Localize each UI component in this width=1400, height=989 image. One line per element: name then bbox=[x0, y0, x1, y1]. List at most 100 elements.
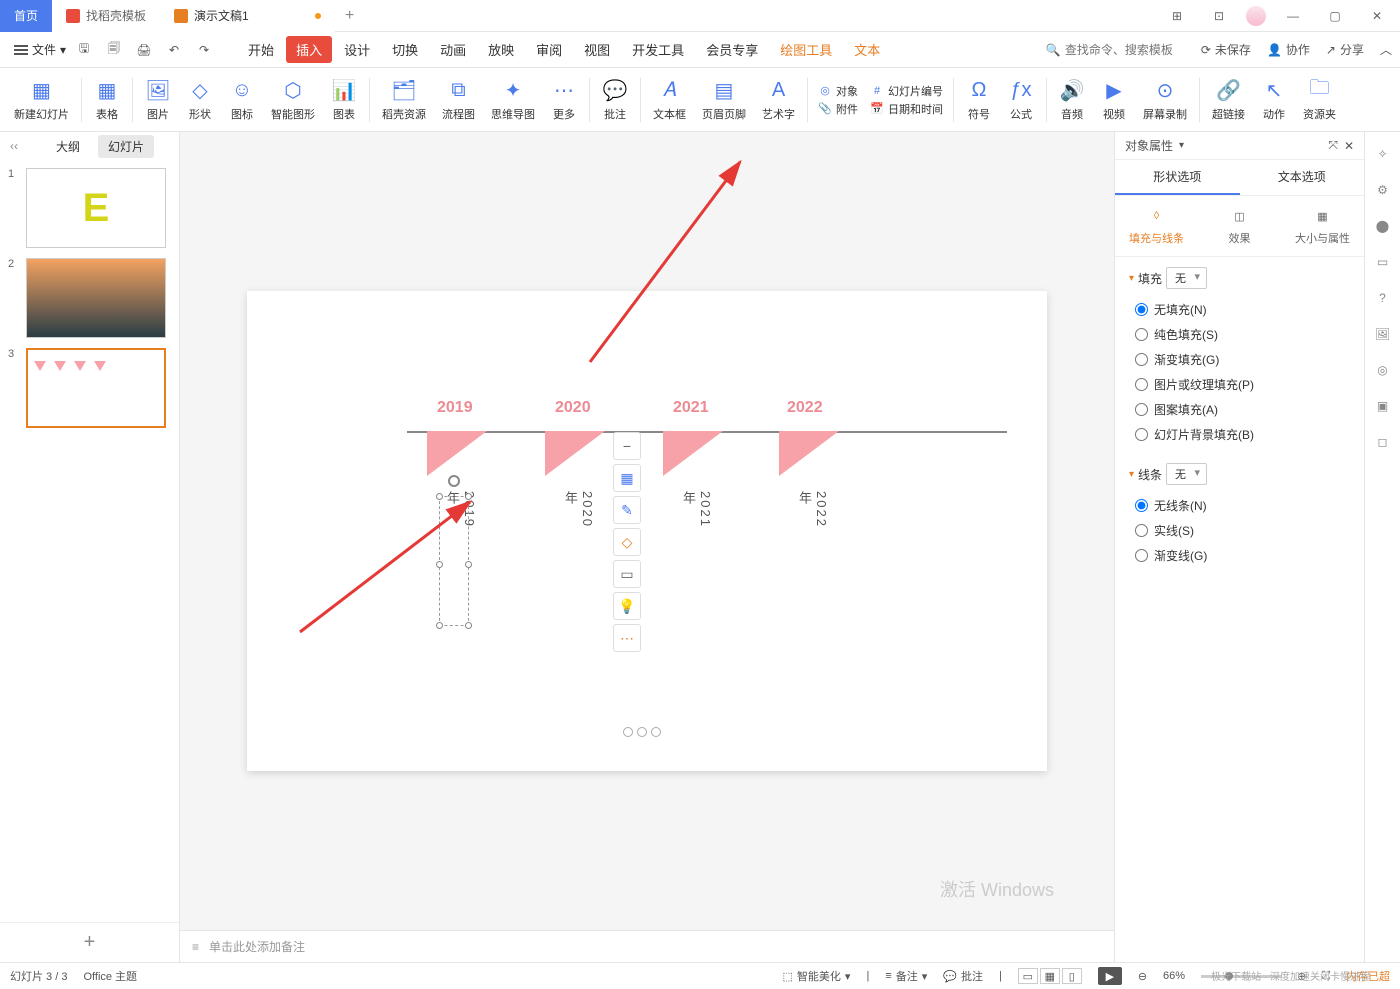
strip-design-icon[interactable]: ✧ bbox=[1373, 144, 1393, 164]
slide-thumb-3[interactable] bbox=[26, 348, 166, 428]
resize-handle[interactable] bbox=[436, 561, 443, 568]
slidenum-button[interactable]: #幻灯片编号 bbox=[870, 83, 943, 99]
outline-tab[interactable]: 大纲 bbox=[46, 135, 90, 158]
radio-fill-bg[interactable]: 幻灯片背景填充(B) bbox=[1135, 426, 1350, 443]
radio-line-solid[interactable]: 实线(S) bbox=[1135, 522, 1350, 539]
tab-review[interactable]: 审阅 bbox=[526, 36, 572, 63]
collapse-panel-icon[interactable]: ‹‹ bbox=[10, 139, 18, 153]
pin-icon[interactable]: ⤧ bbox=[1328, 138, 1338, 153]
shape-button[interactable]: ◇形状 bbox=[179, 75, 221, 124]
fill-select[interactable]: 无 bbox=[1166, 267, 1207, 289]
subtab-size[interactable]: ▦大小与属性 bbox=[1281, 206, 1364, 246]
avatar[interactable] bbox=[1246, 6, 1266, 26]
selection-box[interactable] bbox=[439, 496, 469, 626]
beautify-button[interactable]: ⬚智能美化 ▾ bbox=[783, 968, 851, 984]
collapse-icon[interactable]: ▾ bbox=[1129, 273, 1134, 284]
audio-button[interactable]: 🔊音频 bbox=[1051, 75, 1093, 124]
tab-design[interactable]: 设计 bbox=[334, 36, 380, 63]
new-slide-button[interactable]: ▦新建幻灯片 bbox=[6, 75, 77, 124]
record-button[interactable]: ⊙屏幕录制 bbox=[1135, 75, 1195, 124]
rotate-handle[interactable] bbox=[448, 475, 460, 487]
float-text[interactable]: ▭ bbox=[613, 560, 641, 588]
fit-icon[interactable]: ⛶ bbox=[1322, 970, 1330, 983]
tab-slideshow[interactable]: 放映 bbox=[478, 36, 524, 63]
radio-fill-none[interactable]: 无填充(N) bbox=[1135, 301, 1350, 318]
add-slide-button[interactable]: + bbox=[0, 922, 179, 962]
redo-icon[interactable]: ↷ bbox=[194, 40, 214, 60]
view-sorter-icon[interactable]: ▦ bbox=[1040, 968, 1060, 984]
radio-line-none[interactable]: 无线条(N) bbox=[1135, 497, 1350, 514]
search-box[interactable]: 🔍 bbox=[1046, 43, 1185, 57]
close-panel-icon[interactable]: ✕ bbox=[1344, 139, 1354, 153]
slides-tab[interactable]: 幻灯片 bbox=[98, 135, 154, 158]
tab-text[interactable]: 文本 bbox=[844, 36, 890, 63]
docer-button[interactable]: 🗂稻壳资源 bbox=[374, 75, 434, 124]
flowchart-button[interactable]: ⧉流程图 bbox=[434, 75, 483, 124]
float-layers[interactable]: ▦ bbox=[613, 464, 641, 492]
zoom-slider[interactable] bbox=[1201, 975, 1281, 978]
tab-view[interactable]: 视图 bbox=[574, 36, 620, 63]
video-button[interactable]: ▶视频 bbox=[1093, 75, 1135, 124]
triangle-shape[interactable] bbox=[663, 431, 723, 476]
close-button[interactable]: ✕ bbox=[1362, 2, 1392, 30]
textbox-button[interactable]: 𝐴文本框 bbox=[645, 75, 694, 124]
collab-button[interactable]: 👤协作 bbox=[1267, 41, 1310, 58]
file-menu[interactable]: 文件 ▾ bbox=[8, 41, 72, 58]
minimize-button[interactable]: — bbox=[1278, 2, 1308, 30]
float-edit[interactable]: ✎ bbox=[613, 496, 641, 524]
comment-button[interactable]: 💬批注 bbox=[594, 75, 636, 124]
zoom-out-icon[interactable]: ⊖ bbox=[1138, 970, 1147, 983]
more-button[interactable]: ⋯更多 bbox=[543, 75, 585, 124]
radio-fill-gradient[interactable]: 渐变填充(G) bbox=[1135, 351, 1350, 368]
slide-thumb-2[interactable] bbox=[26, 258, 166, 338]
tab-animation[interactable]: 动画 bbox=[430, 36, 476, 63]
triangle-shape[interactable] bbox=[545, 431, 605, 476]
line-select[interactable]: 无 bbox=[1166, 463, 1207, 485]
radio-fill-picture[interactable]: 图片或纹理填充(P) bbox=[1135, 376, 1350, 393]
chevron-down-icon[interactable]: ▾ bbox=[1179, 140, 1184, 151]
layout-icon[interactable]: ⊞ bbox=[1162, 2, 1192, 30]
save-icon[interactable]: 🖫 bbox=[74, 40, 94, 60]
search-input[interactable] bbox=[1065, 43, 1185, 57]
slide-canvas[interactable]: 2019 2020 2021 2022 2019年 2020年 2021年 20… bbox=[247, 291, 1047, 771]
wordart-button[interactable]: A艺术字 bbox=[754, 75, 803, 124]
datetime-button[interactable]: 📅日期和时间 bbox=[870, 101, 943, 117]
header-button[interactable]: ▤页眉页脚 bbox=[694, 75, 754, 124]
strip-cube-icon[interactable]: ◻ bbox=[1373, 432, 1393, 452]
mindmap-button[interactable]: ✦思维导图 bbox=[483, 75, 543, 124]
slideshow-button[interactable]: ▶ bbox=[1098, 967, 1122, 985]
strip-tool-icon[interactable]: ▣ bbox=[1373, 396, 1393, 416]
radio-fill-pattern[interactable]: 图案填充(A) bbox=[1135, 401, 1350, 418]
resource-button[interactable]: 🗀资源夹 bbox=[1295, 75, 1344, 124]
strip-star-icon[interactable]: ⬤ bbox=[1373, 216, 1393, 236]
apps-icon[interactable]: ⊡ bbox=[1204, 2, 1234, 30]
slide-thumb-1[interactable]: E bbox=[26, 168, 166, 248]
tab-insert[interactable]: 插入 bbox=[286, 36, 332, 63]
radio-fill-solid[interactable]: 纯色填充(S) bbox=[1135, 326, 1350, 343]
subtab-effect[interactable]: ◫效果 bbox=[1198, 206, 1281, 246]
table-button[interactable]: ▦表格 bbox=[86, 75, 128, 124]
float-more[interactable]: ⋯ bbox=[613, 624, 641, 652]
tab-shape-options[interactable]: 形状选项 bbox=[1115, 160, 1240, 195]
picture-button[interactable]: 🖼图片 bbox=[137, 75, 179, 124]
float-shape[interactable]: ◇ bbox=[613, 528, 641, 556]
object-button[interactable]: ◎对象 bbox=[818, 83, 858, 99]
view-normal-icon[interactable]: ▭ bbox=[1018, 968, 1038, 984]
share-button[interactable]: ↗分享 bbox=[1326, 41, 1364, 58]
tab-transition[interactable]: 切换 bbox=[382, 36, 428, 63]
strip-template-icon[interactable]: ▭ bbox=[1373, 252, 1393, 272]
maximize-button[interactable]: ▢ bbox=[1320, 2, 1350, 30]
smart-button[interactable]: ⬡智能图形 bbox=[263, 75, 323, 124]
resize-handle[interactable] bbox=[465, 622, 472, 629]
collapse-icon[interactable]: ▾ bbox=[1129, 469, 1134, 480]
strip-image-icon[interactable]: 🖼 bbox=[1373, 324, 1393, 344]
resize-handle[interactable] bbox=[436, 493, 443, 500]
triangle-shape[interactable] bbox=[427, 431, 487, 476]
collapse-ribbon-icon[interactable]: ︿ bbox=[1380, 41, 1392, 58]
float-idea[interactable]: 💡 bbox=[613, 592, 641, 620]
notes-toggle[interactable]: ≡ 备注 ▾ bbox=[885, 968, 927, 984]
comment-toggle[interactable]: 💬 批注 bbox=[943, 968, 983, 984]
resize-handle[interactable] bbox=[436, 622, 443, 629]
tab-home[interactable]: 首页 bbox=[0, 0, 52, 32]
strip-settings-icon[interactable]: ⚙ bbox=[1373, 180, 1393, 200]
